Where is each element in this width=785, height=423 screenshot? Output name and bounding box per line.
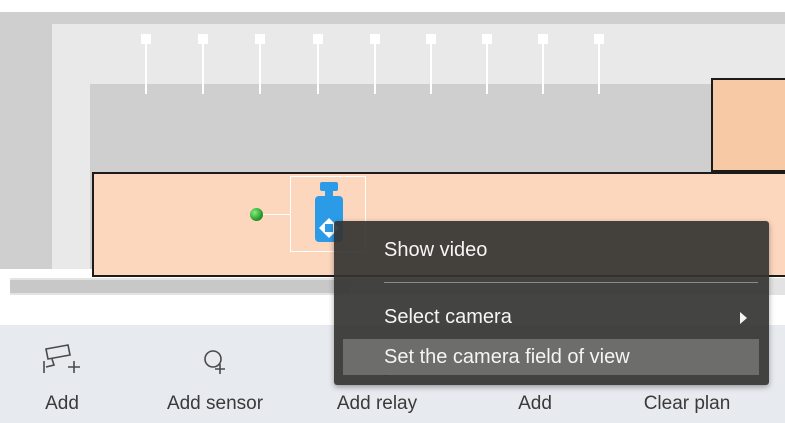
scrollbar-thumb[interactable] bbox=[10, 280, 350, 293]
parking-post bbox=[481, 34, 493, 94]
add-camera-icon bbox=[43, 344, 80, 373]
parking-post bbox=[369, 34, 381, 94]
app-root: Add Add sensor Add relay Add Clear plan … bbox=[0, 0, 785, 423]
add-sensor-button[interactable]: Add sensor bbox=[150, 325, 280, 423]
toolbar-item-label: Add bbox=[518, 393, 552, 414]
parking-post bbox=[593, 34, 605, 94]
camera-context-menu: Show video Select camera Set the camera … bbox=[334, 221, 769, 385]
add-camera-button[interactable]: Add bbox=[22, 325, 102, 423]
parking-post bbox=[197, 34, 209, 94]
menu-item-label: Select camera bbox=[384, 306, 512, 328]
room-right bbox=[711, 78, 785, 172]
corridor-area bbox=[90, 24, 785, 84]
submenu-arrow-icon bbox=[740, 312, 747, 324]
parking-post bbox=[425, 34, 437, 94]
toolbar-item-label: Add bbox=[45, 393, 79, 414]
menu-item-show-video[interactable]: Show video bbox=[334, 233, 769, 267]
parking-post bbox=[537, 34, 549, 94]
menu-item-set-field-of-view[interactable]: Set the camera field of view bbox=[343, 339, 759, 375]
parking-post bbox=[312, 34, 324, 94]
menu-item-label: Show video bbox=[384, 239, 488, 261]
left-wall-area bbox=[52, 24, 90, 269]
sensor-marker-icon[interactable] bbox=[250, 208, 263, 221]
menu-item-select-camera[interactable]: Select camera bbox=[334, 300, 769, 334]
toolbar-item-label: Add relay bbox=[336, 393, 418, 414]
parking-post bbox=[140, 34, 152, 94]
sensor-link-line bbox=[263, 214, 291, 215]
toolbar-item-label: Clear plan bbox=[643, 393, 731, 414]
toolbar-item-label: Add sensor bbox=[166, 393, 264, 414]
parking-post bbox=[254, 34, 266, 94]
menu-separator bbox=[384, 282, 758, 283]
add-sensor-icon bbox=[204, 350, 225, 374]
menu-item-label: Set the camera field of view bbox=[384, 346, 630, 368]
